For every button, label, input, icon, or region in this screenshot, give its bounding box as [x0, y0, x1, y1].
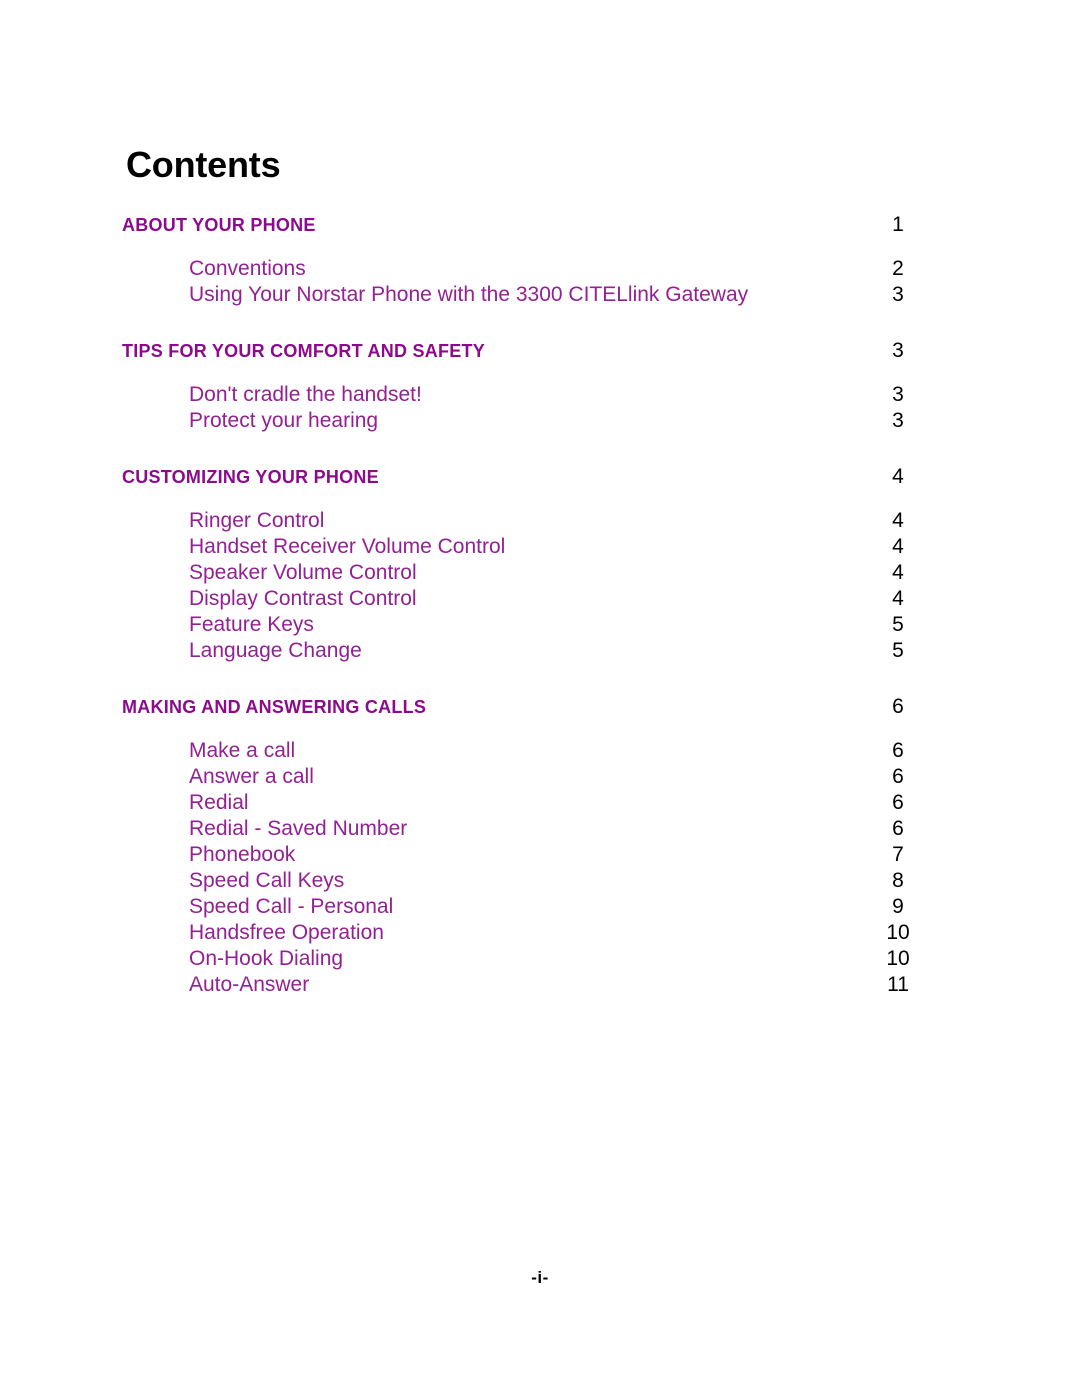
page-folio: -i- — [531, 1268, 549, 1287]
toc-entry-label[interactable]: Speed Call - Personal — [189, 894, 393, 920]
toc-entry-page-number: 4 — [892, 535, 904, 558]
toc-section: ABOUT YOUR PHONE 1 Conventions 2 Using Your … — [0, 212, 1080, 308]
toc-entry-page-number: 5 — [892, 639, 904, 662]
toc-entry-row[interactable]: Phonebook 7 — [0, 842, 1080, 868]
page-canvas: Contents ABOUT YOUR PHONE 1 Conventions 2 Us… — [0, 0, 1080, 1397]
toc-entry-row[interactable]: Speaker Volume Control 4 — [0, 560, 1080, 586]
toc-entry-page-number: 6 — [892, 765, 904, 788]
toc-entry-row[interactable]: Language Change 5 — [0, 638, 1080, 664]
toc-entry-row[interactable]: Speed Call Keys 8 — [0, 868, 1080, 894]
toc-entry-page-number: 5 — [892, 613, 904, 636]
toc-entry-list: Don't cradle the handset! 3 Protect your h… — [0, 382, 1080, 434]
toc-entry-list: Ringer Control 4 Handset Receiver Volume C… — [0, 508, 1080, 664]
toc-entry-label[interactable]: Answer a call — [189, 764, 314, 790]
toc-entry-row[interactable]: Handsfree Operation 10 — [0, 920, 1080, 946]
toc-entry-label[interactable]: Conventions — [189, 256, 306, 282]
toc-entry-row[interactable]: Make a call 6 — [0, 738, 1080, 764]
toc-entry-label[interactable]: Protect your hearing — [189, 408, 378, 434]
toc-entry-page-number: 4 — [892, 587, 904, 610]
toc-entry-list: Make a call 6 Answer a call 6 Redial 6 Redial … — [0, 738, 1080, 998]
toc-entry-row[interactable]: Protect your hearing 3 — [0, 408, 1080, 434]
table-of-contents: ABOUT YOUR PHONE 1 Conventions 2 Using Your … — [0, 212, 1080, 998]
toc-entry-label[interactable]: Handsfree Operation — [189, 920, 384, 946]
toc-entry-label[interactable]: Speed Call Keys — [189, 868, 344, 894]
toc-entry-row[interactable]: Redial - Saved Number 6 — [0, 816, 1080, 842]
toc-entry-label[interactable]: Redial - Saved Number — [189, 816, 407, 842]
toc-entry-row[interactable]: Speed Call - Personal 9 — [0, 894, 1080, 920]
toc-entry-row[interactable]: Answer a call 6 — [0, 764, 1080, 790]
toc-entry-label[interactable]: Using Your Norstar Phone with the 3300 C… — [189, 282, 748, 308]
toc-entry-page-number: 3 — [892, 409, 904, 432]
toc-entry-row[interactable]: Don't cradle the handset! 3 — [0, 382, 1080, 408]
toc-heading-page-number: 4 — [892, 465, 904, 488]
toc-entry-page-number: 6 — [892, 791, 904, 814]
toc-entry-label[interactable]: Handset Receiver Volume Control — [189, 534, 505, 560]
toc-entry-row[interactable]: Handset Receiver Volume Control 4 — [0, 534, 1080, 560]
toc-entry-label[interactable]: Feature Keys — [189, 612, 314, 638]
toc-entry-row[interactable]: Display Contrast Control 4 — [0, 586, 1080, 612]
toc-entry-page-number: 4 — [892, 509, 904, 532]
page-title: Contents — [126, 144, 281, 186]
toc-heading-row[interactable]: TIPS FOR YOUR COMFORT AND SAFETY 3 — [0, 338, 1080, 368]
toc-heading-label[interactable]: CUSTOMIZING YOUR PHONE — [122, 464, 379, 490]
toc-entry-label[interactable]: Ringer Control — [189, 508, 324, 534]
toc-entry-label[interactable]: Auto-Answer — [189, 972, 309, 998]
toc-heading-row[interactable]: CUSTOMIZING YOUR PHONE 4 — [0, 464, 1080, 494]
toc-entry-label[interactable]: Phonebook — [189, 842, 295, 868]
toc-entry-page-number: 2 — [892, 257, 904, 280]
toc-heading-page-number: 3 — [892, 339, 904, 362]
toc-entry-row[interactable]: Using Your Norstar Phone with the 3300 C… — [0, 282, 1080, 308]
toc-entry-page-number: 7 — [892, 843, 904, 866]
toc-entry-row[interactable]: Feature Keys 5 — [0, 612, 1080, 638]
toc-entry-label[interactable]: Don't cradle the handset! — [189, 382, 422, 408]
toc-heading-label[interactable]: MAKING AND ANSWERING CALLS — [122, 694, 426, 720]
toc-entry-row[interactable]: Auto-Answer 11 — [0, 972, 1080, 998]
toc-section: CUSTOMIZING YOUR PHONE 4 Ringer Control 4 Ha… — [0, 464, 1080, 664]
toc-entry-page-number: 4 — [892, 561, 904, 584]
toc-heading-page-number: 1 — [892, 213, 904, 236]
toc-entry-page-number: 6 — [892, 817, 904, 840]
toc-entry-page-number: 9 — [892, 895, 904, 918]
toc-entry-page-number: 10 — [886, 947, 910, 970]
toc-entry-label[interactable]: Language Change — [189, 638, 362, 664]
toc-section: MAKING AND ANSWERING CALLS 6 Make a call 6 A… — [0, 694, 1080, 998]
toc-entry-page-number: 3 — [892, 283, 904, 306]
toc-heading-row[interactable]: ABOUT YOUR PHONE 1 — [0, 212, 1080, 242]
toc-entry-row[interactable]: Ringer Control 4 — [0, 508, 1080, 534]
toc-entry-page-number: 11 — [887, 973, 909, 996]
toc-entry-label[interactable]: On-Hook Dialing — [189, 946, 343, 972]
toc-entry-page-number: 6 — [892, 739, 904, 762]
toc-entry-row[interactable]: Conventions 2 — [0, 256, 1080, 282]
toc-entry-label[interactable]: Make a call — [189, 738, 295, 764]
toc-entry-page-number: 8 — [892, 869, 904, 892]
toc-entry-row[interactable]: Redial 6 — [0, 790, 1080, 816]
toc-entry-row[interactable]: On-Hook Dialing 10 — [0, 946, 1080, 972]
toc-entry-label[interactable]: Redial — [189, 790, 249, 816]
toc-entry-list: Conventions 2 Using Your Norstar Phone wit… — [0, 256, 1080, 308]
toc-entry-page-number: 3 — [892, 383, 904, 406]
toc-heading-label[interactable]: ABOUT YOUR PHONE — [122, 212, 316, 238]
toc-heading-row[interactable]: MAKING AND ANSWERING CALLS 6 — [0, 694, 1080, 724]
toc-section: TIPS FOR YOUR COMFORT AND SAFETY 3 Don't c… — [0, 338, 1080, 434]
toc-heading-page-number: 6 — [892, 695, 904, 718]
toc-entry-page-number: 10 — [886, 921, 910, 944]
toc-entry-label[interactable]: Speaker Volume Control — [189, 560, 417, 586]
toc-entry-label[interactable]: Display Contrast Control — [189, 586, 417, 612]
toc-heading-label[interactable]: TIPS FOR YOUR COMFORT AND SAFETY — [122, 338, 485, 364]
